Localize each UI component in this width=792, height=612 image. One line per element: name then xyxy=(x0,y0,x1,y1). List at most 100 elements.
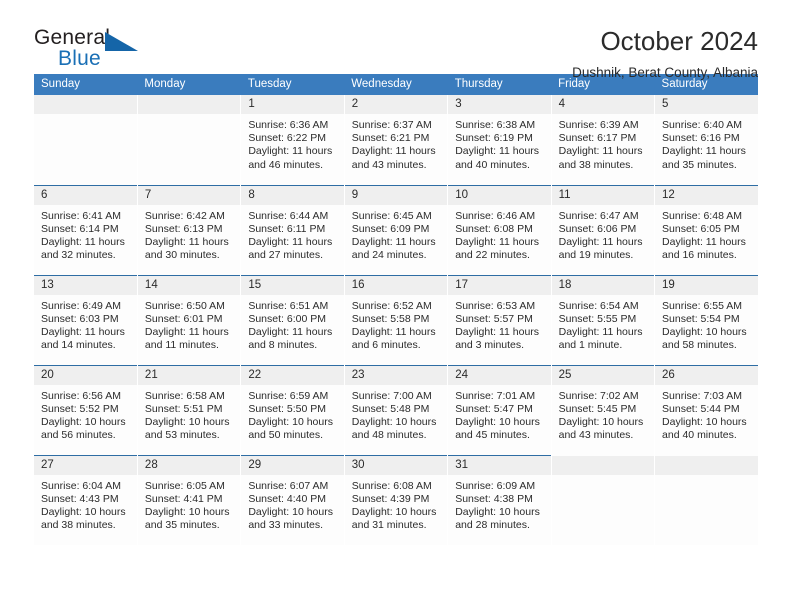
calendar-day-cell[interactable]: 28 Sunrise: 6:05 AM Sunset: 4:41 PM Dayligh… xyxy=(137,454,242,545)
sunset-text: Sunset: 6:16 PM xyxy=(662,132,740,145)
calendar-day-cell[interactable]: 8 Sunrise: 6:44 AM Sunset: 6:11 PM Daylight… xyxy=(240,184,345,275)
calendar-page: General Blue October 2024 Dushnik, Berat… xyxy=(0,0,792,612)
day-details: Sunrise: 6:51 AM Sunset: 6:00 PM Daylight:… xyxy=(241,295,343,353)
calendar-day-cell[interactable]: 1 Sunrise: 6:36 AM Sunset: 6:22 PM Daylight… xyxy=(240,95,345,185)
daylight-text-line2: and 14 minutes. xyxy=(41,339,116,352)
day-number xyxy=(34,95,137,114)
calendar-day-cell[interactable]: 16 Sunrise: 6:52 AM Sunset: 5:58 PM Dayligh… xyxy=(344,274,449,365)
daylight-text-line2: and 35 minutes. xyxy=(144,519,220,532)
calendar-day-cell[interactable]: 25 Sunrise: 7:02 AM Sunset: 5:45 PM Dayligh… xyxy=(551,364,656,455)
daylight-text-line1: Daylight: 10 hours xyxy=(144,415,230,428)
day-number: 26 xyxy=(655,365,758,385)
daylight-text-line2: and 28 minutes. xyxy=(455,519,530,532)
calendar-day-cell[interactable]: 9 Sunrise: 6:45 AM Sunset: 6:09 PM Daylight… xyxy=(344,184,449,275)
daylight-text-line2: and 27 minutes. xyxy=(248,249,324,262)
day-number xyxy=(655,455,758,475)
day-details: Sunrise: 7:00 AM Sunset: 5:48 PM Daylight:… xyxy=(345,385,447,443)
calendar-day-cell[interactable]: 2 Sunrise: 6:37 AM Sunset: 6:21 PM Daylight… xyxy=(344,95,449,185)
day-details: Sunrise: 6:42 AM Sunset: 6:13 PM Daylight:… xyxy=(138,205,240,263)
calendar-day-cell[interactable]: 6 Sunrise: 6:41 AM Sunset: 6:14 PM Daylight… xyxy=(34,184,138,275)
calendar-day-cell[interactable]: 26 Sunrise: 7:03 AM Sunset: 5:44 PM Dayligh… xyxy=(654,364,758,455)
calendar-day-cell[interactable]: 10 Sunrise: 6:46 AM Sunset: 6:08 PM Dayligh… xyxy=(447,184,552,275)
day-details: Sunrise: 6:08 AM Sunset: 4:39 PM Daylight:… xyxy=(345,475,447,533)
calendar-day-cell[interactable]: 24 Sunrise: 7:01 AM Sunset: 5:47 PM Dayligh… xyxy=(447,364,552,455)
calendar-day-cell[interactable]: 13 Sunrise: 6:49 AM Sunset: 6:03 PM Dayligh… xyxy=(34,274,138,365)
title-block: October 2024 Dushnik, Berat County, Alba… xyxy=(572,26,758,83)
sunrise-text: Sunrise: 6:54 AM xyxy=(558,299,639,312)
calendar-day-cell[interactable]: 18 Sunrise: 6:54 AM Sunset: 5:55 PM Dayligh… xyxy=(551,274,656,365)
day-details: Sunrise: 6:48 AM Sunset: 6:05 PM Daylight:… xyxy=(655,205,758,263)
calendar-day-cell[interactable]: 30 Sunrise: 6:08 AM Sunset: 4:39 PM Dayligh… xyxy=(344,454,449,545)
daylight-text-line1: Daylight: 10 hours xyxy=(351,505,437,518)
daylight-text-line1: Daylight: 10 hours xyxy=(558,415,644,428)
day-number xyxy=(551,455,655,475)
day-number: 20 xyxy=(34,365,137,385)
calendar-day-cell[interactable]: 31 Sunrise: 6:09 AM Sunset: 4:38 PM Dayligh… xyxy=(447,454,552,545)
day-details: Sunrise: 6:07 AM Sunset: 4:40 PM Daylight:… xyxy=(241,475,343,533)
calendar-day-cell[interactable]: 19 Sunrise: 6:55 AM Sunset: 5:54 PM Dayligh… xyxy=(654,274,758,365)
day-number: 14 xyxy=(137,275,241,295)
calendar-day-cell[interactable]: 20 Sunrise: 6:56 AM Sunset: 5:52 PM Dayligh… xyxy=(34,364,138,455)
calendar-day-cell[interactable]: 17 Sunrise: 6:53 AM Sunset: 5:57 PM Dayligh… xyxy=(447,274,552,365)
calendar-day-cell[interactable]: 27 Sunrise: 6:04 AM Sunset: 4:43 PM Dayligh… xyxy=(34,454,138,545)
sunset-text: Sunset: 6:19 PM xyxy=(455,132,533,145)
daylight-text-line1: Daylight: 11 hours xyxy=(144,325,229,338)
sunrise-text: Sunrise: 6:38 AM xyxy=(455,119,536,131)
daylight-text-line2: and 53 minutes. xyxy=(144,429,220,442)
daylight-text-line1: Daylight: 11 hours xyxy=(351,325,436,338)
sunrise-text: Sunrise: 6:09 AM xyxy=(455,479,536,492)
day-number: 1 xyxy=(241,95,344,114)
general-blue-logo[interactable]: General Blue xyxy=(34,26,154,74)
sunset-text: Sunset: 6:11 PM xyxy=(248,222,326,235)
calendar-day-cell[interactable]: 7 Sunrise: 6:42 AM Sunset: 6:13 PM Daylight… xyxy=(137,184,242,275)
day-number: 6 xyxy=(34,185,137,205)
daylight-text-line1: Daylight: 11 hours xyxy=(248,145,333,158)
daylight-text-line2: and 31 minutes. xyxy=(351,519,427,532)
sunset-text: Sunset: 6:14 PM xyxy=(41,222,119,235)
calendar-day-cell-empty xyxy=(34,95,138,185)
day-number: 12 xyxy=(655,185,758,205)
sunrise-text: Sunrise: 6:08 AM xyxy=(351,479,432,492)
calendar-day-cell[interactable]: 23 Sunrise: 7:00 AM Sunset: 5:48 PM Dayligh… xyxy=(344,364,449,455)
calendar-day-cell[interactable]: 29 Sunrise: 6:07 AM Sunset: 4:40 PM Dayligh… xyxy=(240,454,345,545)
day-details: Sunrise: 6:39 AM Sunset: 6:17 PM Daylight:… xyxy=(552,114,654,172)
page-header: General Blue October 2024 Dushnik, Berat… xyxy=(34,0,758,80)
sunrise-text: Sunrise: 6:05 AM xyxy=(144,479,225,492)
calendar-day-cell[interactable]: 22 Sunrise: 6:59 AM Sunset: 5:50 PM Dayligh… xyxy=(240,364,345,455)
day-number: 13 xyxy=(34,275,137,295)
daylight-text-line2: and 40 minutes. xyxy=(662,429,737,442)
calendar-day-cell[interactable]: 11 Sunrise: 6:47 AM Sunset: 6:06 PM Dayligh… xyxy=(551,184,656,275)
sunrise-text: Sunrise: 6:07 AM xyxy=(248,479,329,492)
daylight-text-line2: and 43 minutes. xyxy=(558,429,634,442)
calendar-day-cell[interactable]: 21 Sunrise: 6:58 AM Sunset: 5:51 PM Dayligh… xyxy=(137,364,242,455)
daylight-text-line1: Daylight: 11 hours xyxy=(41,325,125,338)
sunset-text: Sunset: 5:58 PM xyxy=(351,312,430,325)
sunset-text: Sunset: 5:54 PM xyxy=(662,312,740,325)
sunset-text: Sunset: 6:17 PM xyxy=(558,132,637,145)
daylight-text-line1: Daylight: 10 hours xyxy=(455,505,540,518)
calendar-day-cell[interactable]: 12 Sunrise: 6:48 AM Sunset: 6:05 PM Dayligh… xyxy=(654,184,758,275)
day-details: Sunrise: 6:41 AM Sunset: 6:14 PM Daylight:… xyxy=(34,205,137,263)
day-details: Sunrise: 6:36 AM Sunset: 6:22 PM Daylight:… xyxy=(241,114,343,172)
sunset-text: Sunset: 6:05 PM xyxy=(662,222,740,235)
calendar-day-cell-empty xyxy=(654,455,758,545)
day-number: 28 xyxy=(137,455,241,475)
sunrise-text: Sunrise: 6:40 AM xyxy=(662,119,742,131)
daylight-text-line2: and 38 minutes. xyxy=(558,158,634,171)
day-number: 11 xyxy=(551,185,655,205)
sunrise-text: Sunrise: 6:59 AM xyxy=(248,389,329,402)
calendar-day-cell[interactable]: 4 Sunrise: 6:39 AM Sunset: 6:17 PM Daylight… xyxy=(551,95,656,185)
daylight-text-line2: and 38 minutes. xyxy=(41,519,116,532)
calendar-day-cell[interactable]: 15 Sunrise: 6:51 AM Sunset: 6:00 PM Dayligh… xyxy=(240,274,345,365)
sunrise-text: Sunrise: 6:58 AM xyxy=(144,389,225,402)
day-details: Sunrise: 6:55 AM Sunset: 5:54 PM Daylight:… xyxy=(655,295,758,353)
sunset-text: Sunset: 4:40 PM xyxy=(248,492,326,505)
weekday-header-sunday: Sunday xyxy=(34,74,138,95)
calendar-day-cell[interactable]: 5 Sunrise: 6:40 AM Sunset: 6:16 PM Daylight… xyxy=(654,95,758,185)
day-number: 17 xyxy=(448,275,551,295)
calendar-week-row: 27 Sunrise: 6:04 AM Sunset: 4:43 PM Dayligh… xyxy=(34,454,758,545)
day-number: 18 xyxy=(551,275,655,295)
calendar-day-cell[interactable]: 14 Sunrise: 6:50 AM Sunset: 6:01 PM Dayligh… xyxy=(137,274,242,365)
daylight-text-line2: and 56 minutes. xyxy=(41,429,116,442)
calendar-day-cell[interactable]: 3 Sunrise: 6:38 AM Sunset: 6:19 PM Daylight… xyxy=(447,95,552,185)
